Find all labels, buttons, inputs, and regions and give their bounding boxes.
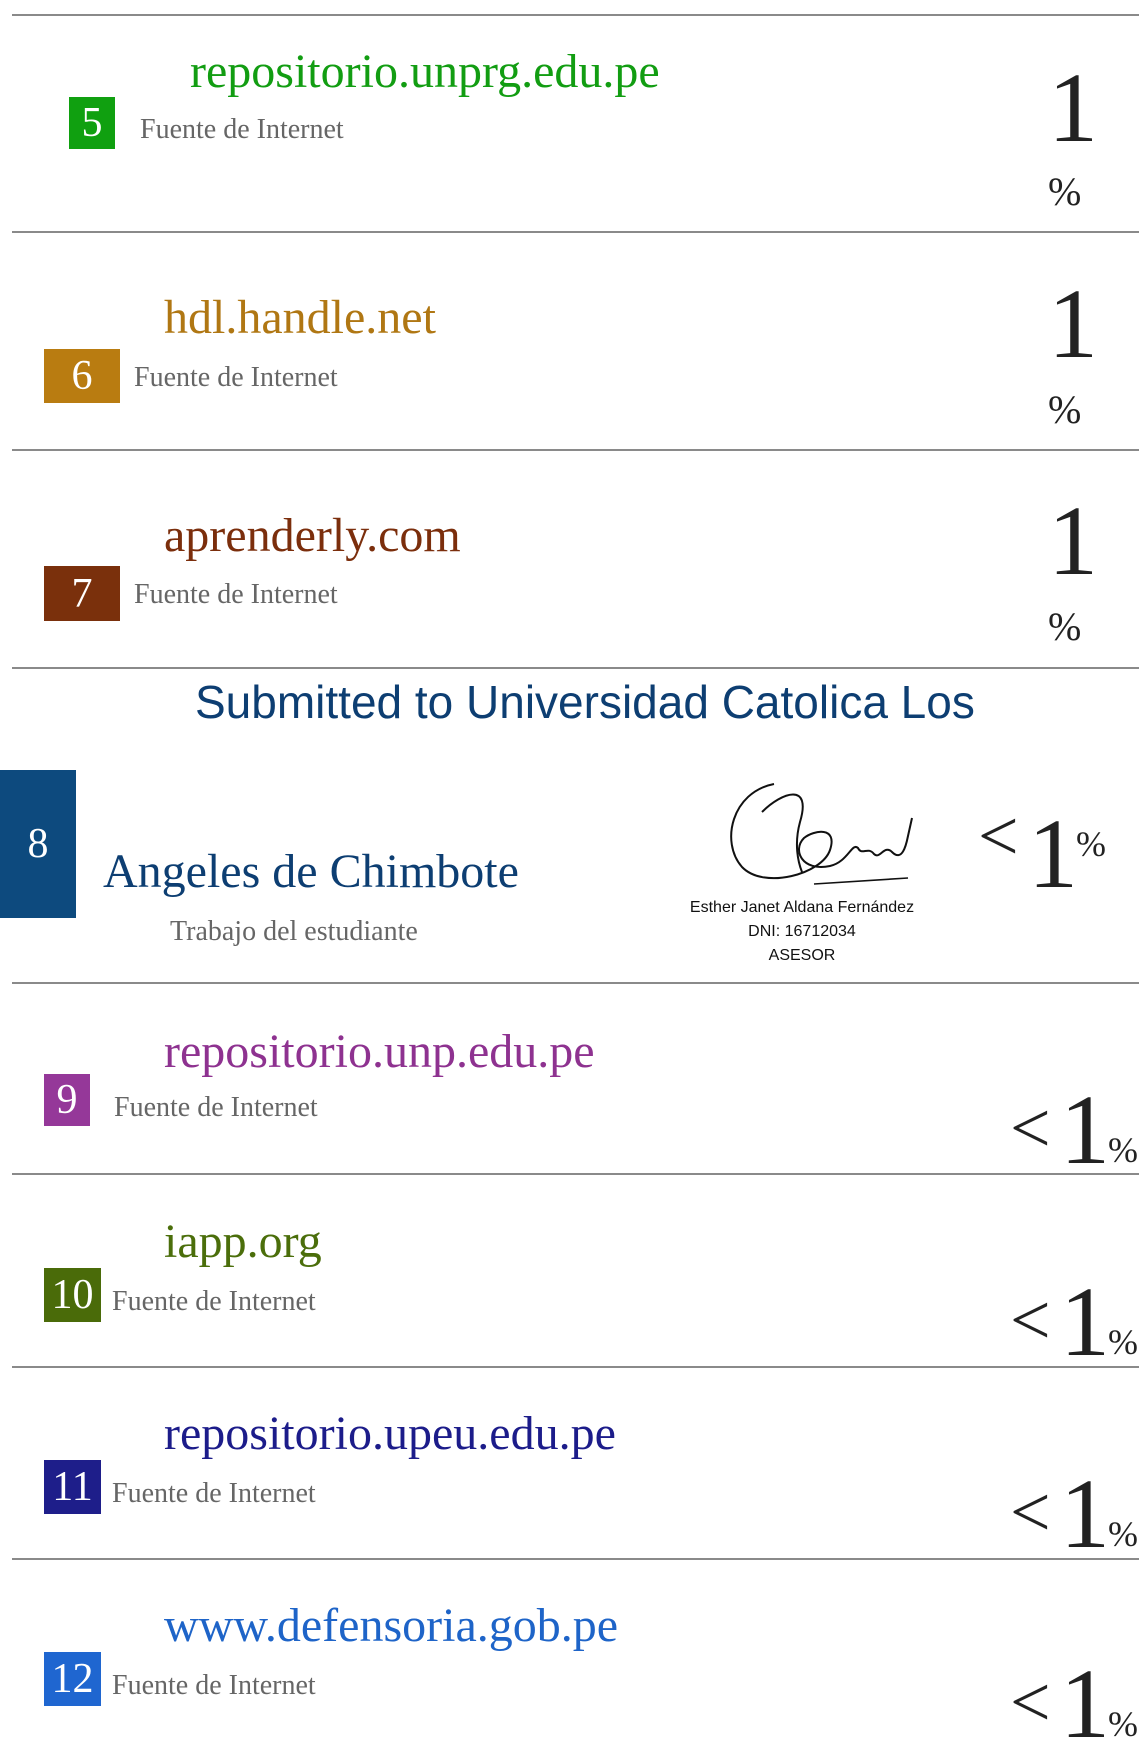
- source-name[interactable]: repositorio.unp.edu.pe: [164, 1028, 595, 1076]
- divider: [12, 667, 1139, 669]
- divider: [12, 1558, 1139, 1560]
- source-name[interactable]: iapp.org: [164, 1218, 322, 1266]
- percent-value: 1: [1048, 52, 1098, 163]
- source-type: Trabajo del estudiante: [170, 916, 418, 947]
- percent-value: 1: [1060, 1074, 1110, 1185]
- source-number-badge: 6: [44, 349, 120, 403]
- percent-symbol: %: [1076, 824, 1106, 864]
- divider: [12, 449, 1139, 451]
- source-number-badge: 9: [44, 1074, 90, 1126]
- signer-role: ASESOR: [768, 947, 836, 964]
- source-type: Fuente de Internet: [112, 1286, 316, 1317]
- source-type: Fuente de Internet: [112, 1670, 316, 1701]
- less-than-sign: <: [1010, 1280, 1051, 1360]
- percent-symbol: %: [1108, 1322, 1138, 1362]
- percent-value: 1: [1060, 1648, 1110, 1759]
- signer-name: Esther Janet Aldana Fernández: [689, 899, 915, 916]
- source-type: Fuente de Internet: [140, 114, 344, 145]
- less-than-sign: <: [1010, 1472, 1051, 1552]
- divider: [12, 1173, 1139, 1175]
- less-than-sign: <: [1010, 1088, 1051, 1168]
- source-type: Fuente de Internet: [134, 579, 338, 610]
- source-type: Fuente de Internet: [114, 1092, 318, 1123]
- percent-symbol: %: [1108, 1704, 1138, 1744]
- source-name[interactable]: www.defensoria.gob.pe: [164, 1602, 618, 1650]
- signature: [702, 772, 922, 892]
- percent-value: 1: [1060, 1266, 1110, 1377]
- divider: [12, 14, 1139, 16]
- source-name[interactable]: aprenderly.com: [164, 512, 461, 560]
- source-number-badge: 7: [44, 566, 120, 621]
- source-name-line-1[interactable]: Submitted to Universidad Catolica Los: [195, 679, 975, 725]
- percent-symbol: %: [1108, 1130, 1138, 1170]
- source-name-line-2[interactable]: Angeles de Chimbote: [103, 848, 519, 896]
- percent-value: 1: [1060, 1458, 1110, 1569]
- less-than-sign: <: [978, 796, 1019, 876]
- source-name[interactable]: hdl.handle.net: [164, 294, 436, 342]
- divider: [12, 982, 1139, 984]
- less-than-sign: <: [1010, 1662, 1051, 1742]
- signature-scribble-icon: [730, 783, 913, 885]
- source-number-badge: 5: [69, 97, 115, 149]
- source-number-badge: 10: [44, 1268, 101, 1322]
- source-name[interactable]: repositorio.unprg.edu.pe: [190, 48, 660, 96]
- percent-symbol: %: [1108, 1514, 1138, 1554]
- signature-caption: Esther Janet Aldana Fernández DNI: 16712…: [642, 896, 962, 968]
- signer-dni: DNI: 16712034: [748, 923, 856, 940]
- source-name[interactable]: repositorio.upeu.edu.pe: [164, 1410, 616, 1458]
- percent-symbol: %: [1048, 387, 1082, 432]
- source-type: Fuente de Internet: [112, 1478, 316, 1509]
- divider: [12, 1366, 1139, 1368]
- percent-symbol: %: [1048, 169, 1082, 214]
- source-number-badge: 11: [44, 1460, 101, 1514]
- percent-value: 1: [1048, 268, 1098, 379]
- source-type: Fuente de Internet: [134, 362, 338, 393]
- source-number-badge: 8: [0, 770, 76, 918]
- percent-symbol: %: [1048, 604, 1082, 649]
- percent-value: 1: [1028, 798, 1078, 909]
- source-number-badge: 12: [44, 1652, 101, 1706]
- percent-value: 1: [1048, 485, 1098, 596]
- divider: [12, 231, 1139, 233]
